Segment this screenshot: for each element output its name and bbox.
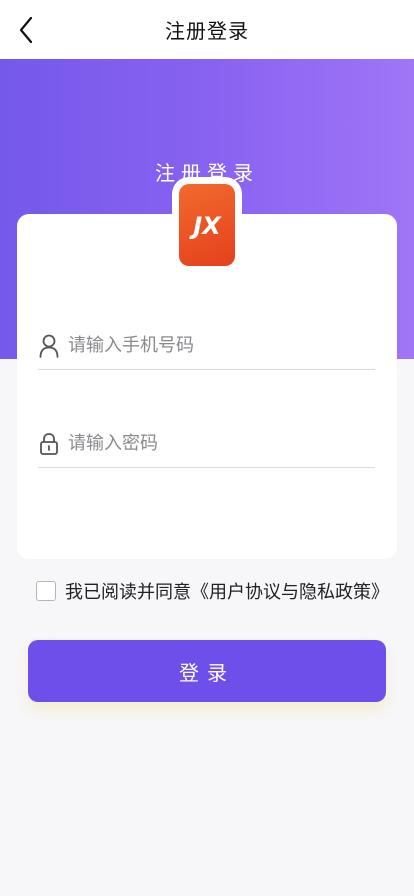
agreement-row: 我已阅读并同意 《用户协议与隐私政策》 — [36, 576, 389, 606]
user-icon — [38, 333, 60, 359]
phone-input[interactable] — [68, 335, 358, 356]
phone-field — [38, 322, 375, 370]
agreement-text: 我已阅读并同意 — [65, 582, 191, 603]
password-field — [38, 420, 375, 468]
app-logo-badge: JX — [179, 184, 235, 266]
password-input[interactable] — [68, 433, 358, 454]
agreement-link[interactable]: 《用户协议与隐私政策》 — [191, 578, 389, 604]
login-button[interactable]: 登录 — [28, 640, 386, 702]
lock-icon — [38, 431, 60, 457]
logo-text: JX — [189, 212, 222, 240]
app-logo: JX — [175, 180, 239, 270]
jx-logo-icon: JX — [189, 212, 222, 240]
nav-bar: 注册登录 — [0, 0, 414, 59]
agreement-checkbox[interactable] — [36, 581, 56, 601]
nav-title: 注册登录 — [165, 19, 249, 43]
